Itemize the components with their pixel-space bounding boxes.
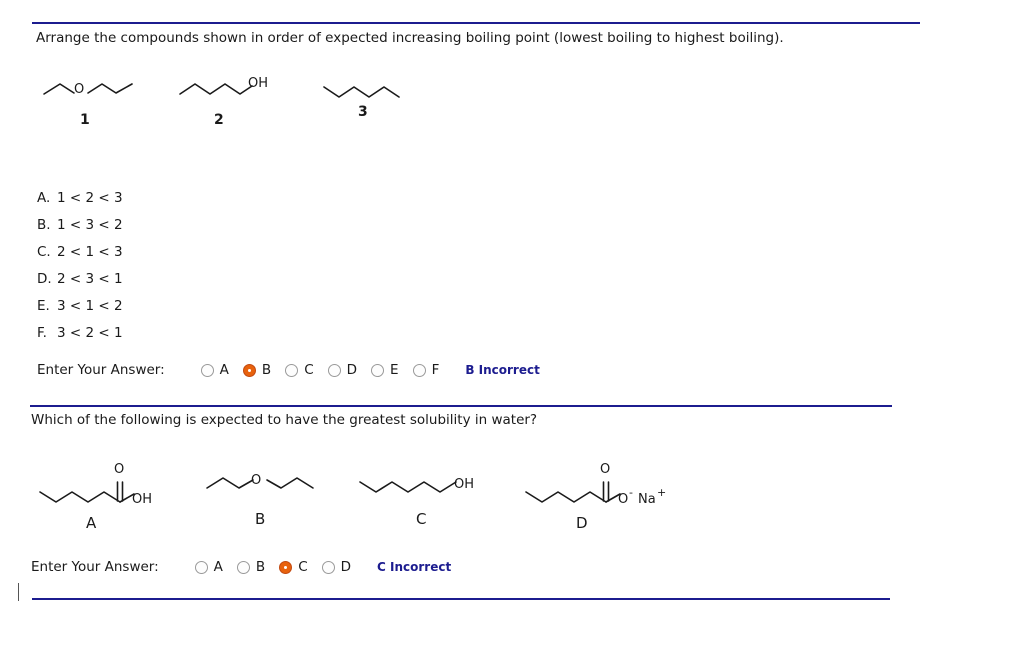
- question-1-choices: A. 1 < 2 < 3 B. 1 < 3 < 2 C. 2 < 1 < 3 D. 2 …: [37, 185, 123, 347]
- radio-item-1-D[interactable]: D: [327, 362, 358, 378]
- atom-label-O-B: O: [251, 473, 262, 488]
- structure-A-label: A: [86, 514, 97, 532]
- choice-D[interactable]: D. 2 < 3 < 1: [37, 266, 123, 293]
- radio-item-1-C[interactable]: C: [285, 362, 314, 378]
- choice-D-text: 2 < 3 < 1: [57, 271, 123, 287]
- choice-E[interactable]: E. 3 < 1 < 2: [37, 293, 123, 320]
- radio-label-1-E: E: [390, 362, 399, 378]
- choice-B-letter: B.: [37, 217, 51, 233]
- structure-C-label: C: [416, 510, 427, 528]
- choice-B[interactable]: B. 1 < 3 < 2: [37, 212, 123, 239]
- choice-A-text: 1 < 2 < 3: [57, 190, 123, 206]
- radio-item-1-E[interactable]: E: [371, 362, 399, 378]
- atom-label-OH-C: OH: [454, 477, 475, 492]
- radio-item-2-B[interactable]: B: [236, 559, 266, 575]
- divider-bottom: [32, 598, 890, 600]
- radio-label-1-B: B: [261, 362, 272, 378]
- atom-label-OH-2: OH: [248, 76, 269, 91]
- structure-2-skeleton: [179, 83, 253, 95]
- structure-D-label: D: [576, 514, 588, 532]
- structure-2-label: 2: [214, 112, 224, 128]
- structure-3-skeleton: [323, 86, 400, 98]
- radio-icon-2-C[interactable]: [279, 560, 293, 574]
- structure-B-label: B: [255, 510, 266, 528]
- verdict-2: C Incorrect: [377, 560, 452, 574]
- radio-item-2-D[interactable]: D: [321, 559, 352, 575]
- atom-label-O-A: O: [114, 462, 125, 477]
- radio-label-1-D: D: [346, 362, 358, 378]
- radio-icon-1-E[interactable]: [371, 363, 385, 377]
- radio-group-2: A B C D: [169, 559, 351, 575]
- structure-3-label: 3: [358, 104, 368, 120]
- radio-item-2-C[interactable]: C: [279, 559, 308, 575]
- structure-B-skeleton: [206, 477, 314, 489]
- structure-1-label: 1: [80, 112, 90, 128]
- question-2-answer-row: Enter Your Answer: A B C D C Incorrect: [31, 559, 451, 575]
- answer-label-1: Enter Your Answer:: [37, 362, 165, 378]
- question-1-answer-row: Enter Your Answer: A B C D E F B Incorre…: [37, 362, 540, 378]
- radio-icon-1-B[interactable]: [242, 363, 256, 377]
- radio-icon-2-B[interactable]: [236, 560, 250, 574]
- radio-label-1-A: A: [219, 362, 229, 378]
- radio-label-2-C: C: [298, 559, 308, 575]
- choice-D-letter: D.: [37, 271, 52, 287]
- radio-label-2-D: D: [340, 559, 352, 575]
- radio-icon-2-D[interactable]: [321, 560, 335, 574]
- question-2-text: Which of the following is expected to ha…: [31, 412, 538, 428]
- choice-A[interactable]: A. 1 < 2 < 3: [37, 185, 123, 212]
- radio-item-1-B[interactable]: B: [242, 362, 272, 378]
- radio-label-2-B: B: [255, 559, 266, 575]
- structure-2: OH 2: [178, 72, 288, 128]
- structure-1-skeleton: [43, 83, 133, 95]
- radio-item-2-A[interactable]: A: [194, 559, 223, 575]
- radio-label-2-A: A: [213, 559, 223, 575]
- choice-B-text: 1 < 3 < 2: [57, 217, 123, 233]
- radio-label-1-C: C: [304, 362, 314, 378]
- choice-E-text: 3 < 1 < 2: [57, 298, 123, 314]
- answer-label-2: Enter Your Answer:: [31, 559, 159, 575]
- structure-D: O O - Na + D: [522, 462, 666, 532]
- choice-C[interactable]: C. 2 < 1 < 3: [37, 239, 123, 266]
- verdict-1: B Incorrect: [465, 363, 540, 377]
- structure-B: O B: [205, 470, 325, 528]
- structure-A: O OH A: [36, 462, 166, 532]
- structure-1: O 1: [40, 72, 150, 128]
- choice-F-letter: F.: [37, 325, 47, 341]
- structure-C: OH C: [358, 470, 488, 528]
- radio-item-1-A[interactable]: A: [200, 362, 229, 378]
- atom-label-O-D-top: O: [600, 462, 611, 477]
- question-1-text: Arrange the compounds shown in order of …: [36, 30, 784, 46]
- text-caret: [18, 583, 19, 601]
- choice-E-letter: E.: [37, 298, 50, 314]
- choice-C-text: 2 < 1 < 3: [57, 244, 123, 260]
- atom-label-O-1: O: [74, 82, 85, 97]
- radio-group-1: A B C D E F: [175, 362, 440, 378]
- radio-icon-1-A[interactable]: [200, 363, 214, 377]
- choice-A-letter: A.: [37, 190, 51, 206]
- divider-middle: [30, 405, 892, 407]
- choice-F-text: 3 < 2 < 1: [57, 325, 123, 341]
- radio-item-1-F[interactable]: F: [412, 362, 440, 378]
- atom-label-OH-A: OH: [132, 492, 153, 507]
- structure-3: 3: [322, 72, 432, 120]
- divider-top: [32, 22, 920, 24]
- atom-label-Na-D: Na: [638, 492, 656, 507]
- atom-label-negative-charge-D: -: [629, 486, 633, 499]
- choice-F[interactable]: F. 3 < 2 < 1: [37, 320, 123, 347]
- radio-icon-1-D[interactable]: [327, 363, 341, 377]
- atom-label-O-D-anion: O: [618, 492, 629, 507]
- radio-icon-2-A[interactable]: [194, 560, 208, 574]
- radio-icon-1-F[interactable]: [412, 363, 426, 377]
- atom-label-positive-charge-D: +: [657, 486, 667, 499]
- radio-label-1-F: F: [431, 362, 440, 378]
- radio-icon-1-C[interactable]: [285, 363, 299, 377]
- choice-C-letter: C.: [37, 244, 51, 260]
- worksheet-page: Arrange the compounds shown in order of …: [0, 0, 1024, 662]
